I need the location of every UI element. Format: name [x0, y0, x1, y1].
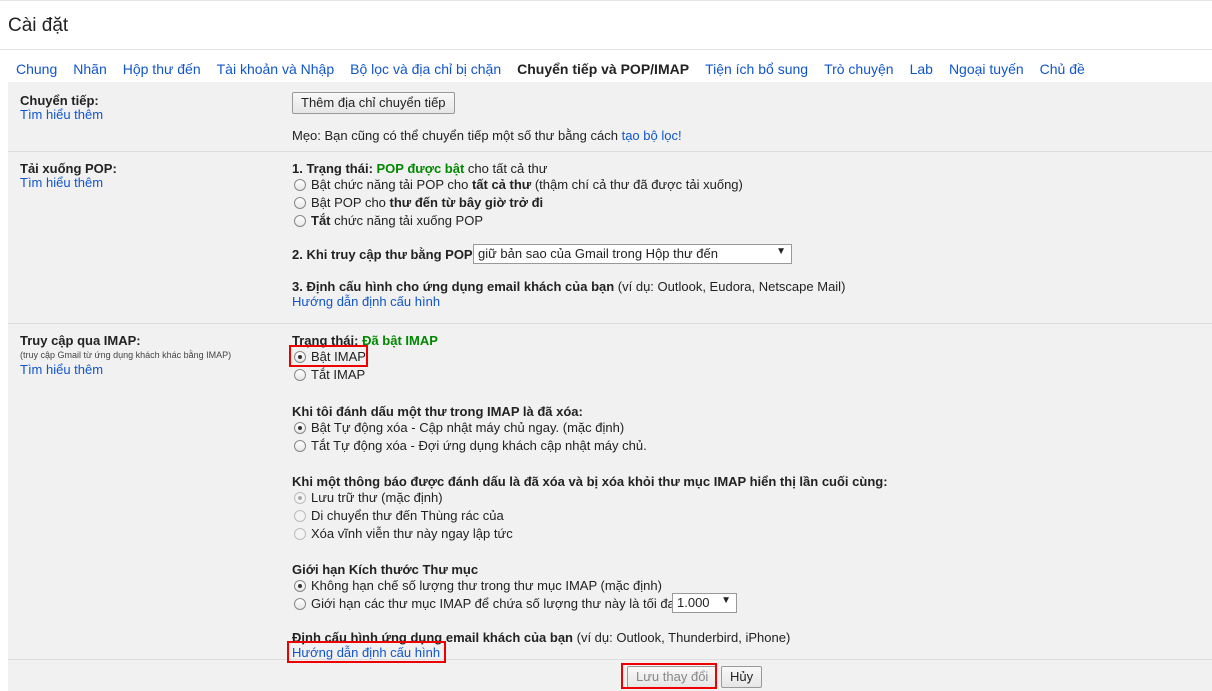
pop-all-mail-radio[interactable] — [294, 179, 306, 191]
forwarding-tip: Mẹo: Bạn cũng có thể chuyển tiếp một số … — [292, 128, 682, 143]
imap-status-value: Đã bật IMAP — [362, 333, 438, 348]
archive-message-radio[interactable] — [294, 492, 306, 504]
imap-disable-label: Tắt IMAP — [311, 367, 366, 382]
pop-access-value: giữ bản sao của Gmail trong Hộp thư đến — [478, 246, 718, 261]
imap-config-link-highlight — [287, 641, 446, 663]
auto-expunge-off-radio[interactable] — [294, 440, 306, 452]
pop-status-prefix: 1. Trạng thái: — [292, 161, 377, 176]
imap-label: Truy cập qua IMAP: — [20, 333, 141, 348]
forwarding-label: Chuyển tiếp: — [20, 93, 99, 108]
imap-config-example: (ví dụ: Outlook, Thunderbird, iPhone) — [573, 630, 791, 645]
imap-sublabel: (truy cập Gmail từ ứng dụng khách khác b… — [20, 350, 232, 360]
move-to-trash-label: Di chuyển thư đến Thùng rác của — [311, 508, 504, 523]
settings-header: Cài đặt — [0, 0, 1212, 50]
tab-offline[interactable]: Ngoại tuyến — [941, 54, 1032, 82]
pop-access-select[interactable]: giữ bản sao của Gmail trong Hộp thư đến … — [473, 244, 792, 264]
add-forwarding-address-button[interactable]: Thêm địa chỉ chuyển tiếp — [292, 92, 455, 114]
pop-config: 3. Định cấu hình cho ứng dụng email khác… — [292, 279, 845, 294]
pop-all-mail-post: (thậm chí cả thư đã được tải xuống) — [531, 177, 743, 192]
dropdown-arrow-icon: ▼ — [721, 595, 731, 606]
tab-addons[interactable]: Tiện ích bổ sung — [697, 54, 816, 82]
imap-disable-radio[interactable] — [294, 369, 306, 381]
pop-status-suffix: cho tất cả thư — [464, 161, 548, 176]
forwarding-learn-more-link[interactable]: Tìm hiểu thêm — [20, 107, 103, 122]
no-folder-limit-radio[interactable] — [294, 580, 306, 592]
save-button-highlight — [621, 663, 717, 689]
pop-label: Tải xuống POP: — [20, 161, 117, 176]
no-folder-limit-label: Không hạn chế số lượng thư trong thư mục… — [311, 578, 662, 593]
pop-disable-radio[interactable] — [294, 215, 306, 227]
tab-filters[interactable]: Bộ lọc và địa chỉ bị chặn — [342, 54, 509, 82]
pop-disable-label: Tắt chức năng tải xuống POP — [311, 213, 483, 228]
pop-all-mail-pre: Bật chức năng tải POP cho — [311, 177, 472, 192]
pop-all-mail-label: Bật chức năng tải POP cho tất cả thư (th… — [311, 177, 743, 192]
folder-limit-label: Giới hạn các thư mục IMAP để chứa số lượ… — [311, 596, 675, 611]
pop-from-now-label: Bật POP cho thư đến từ bây giờ trở đi — [311, 195, 543, 210]
pop-config-instructions-link[interactable]: Hướng dẫn định cấu hình — [292, 294, 440, 309]
tab-inbox[interactable]: Hộp thư đến — [115, 54, 209, 82]
delete-forever-label: Xóa vĩnh viễn thư này ngay lập tức — [311, 526, 513, 541]
tab-general[interactable]: Chung — [8, 54, 65, 82]
pop-section: Tải xuống POP: Tìm hiểu thêm 1. Trạng th… — [8, 152, 1212, 324]
pop-access-label: 2. Khi truy cập thư bằng POP — [292, 247, 473, 262]
tab-labels[interactable]: Nhãn — [65, 54, 114, 82]
forwarding-tip-text: Mẹo: Bạn cũng có thể chuyển tiếp một số … — [292, 128, 622, 143]
tab-themes[interactable]: Chủ đề — [1032, 54, 1093, 82]
folder-size-heading: Giới hạn Kích thước Thư mục — [292, 562, 479, 577]
folder-limit-select[interactable]: 1.000 ▼ — [672, 593, 737, 613]
tab-labs[interactable]: Lab — [902, 54, 941, 82]
cancel-button[interactable]: Hủy — [721, 666, 763, 688]
tab-accounts[interactable]: Tài khoản và Nhập — [209, 54, 343, 82]
move-to-trash-radio[interactable] — [294, 510, 306, 522]
imap-delete-heading: Khi tôi đánh dấu một thư trong IMAP là đ… — [292, 404, 583, 419]
tab-chat[interactable]: Trò chuyện — [816, 54, 902, 82]
pop-disable-post: chức năng tải xuống POP — [330, 213, 484, 228]
dropdown-arrow-icon: ▼ — [776, 246, 786, 257]
pop-learn-more-link[interactable]: Tìm hiểu thêm — [20, 175, 103, 190]
settings-tabs: Chung Nhãn Hộp thư đến Tài khoản và Nhập… — [8, 54, 1093, 82]
pop-status-value: POP được bật — [376, 161, 465, 176]
settings-panel: Chuyển tiếp: Tìm hiểu thêm Thêm địa chỉ … — [8, 82, 1212, 691]
pop-status: 1. Trạng thái: POP được bật cho tất cả t… — [292, 161, 547, 176]
pop-config-example: (ví dụ: Outlook, Eudora, Netscape Mail) — [614, 279, 846, 294]
pop-from-now-radio[interactable] — [294, 197, 306, 209]
pop-all-mail-bold: tất cả thư — [471, 177, 532, 192]
imap-expunge-heading: Khi một thông báo được đánh dấu là đã xó… — [292, 474, 888, 489]
pop-config-label: 3. Định cấu hình cho ứng dụng email khác… — [292, 279, 615, 294]
folder-limit-value: 1.000 — [677, 595, 710, 610]
tab-forwarding-pop-imap[interactable]: Chuyển tiếp và POP/IMAP — [509, 54, 698, 82]
pop-from-now-bold: thư đến từ bây giờ trở đi — [389, 195, 544, 210]
imap-enable-highlight — [289, 345, 368, 367]
auto-expunge-on-label: Bật Tự động xóa - Cập nhật máy chủ ngay.… — [311, 420, 625, 435]
auto-expunge-on-radio[interactable] — [294, 422, 306, 434]
archive-message-label: Lưu trữ thư (mặc định) — [311, 490, 443, 505]
pop-disable-bold: Tắt — [311, 213, 331, 228]
create-filter-link[interactable]: tạo bộ lọc! — [622, 128, 682, 143]
imap-learn-more-link[interactable]: Tìm hiểu thêm — [20, 362, 103, 377]
imap-section: Truy cập qua IMAP: (truy cập Gmail từ ứn… — [8, 324, 1212, 663]
auto-expunge-off-label: Tắt Tự động xóa - Đợi ứng dụng khách cập… — [311, 438, 647, 453]
page-title: Cài đặt — [8, 15, 69, 36]
forwarding-section: Chuyển tiếp: Tìm hiểu thêm Thêm địa chỉ … — [8, 82, 1212, 152]
delete-forever-radio[interactable] — [294, 528, 306, 540]
folder-limit-radio[interactable] — [294, 598, 306, 610]
pop-from-now-pre: Bật POP cho — [311, 195, 390, 210]
